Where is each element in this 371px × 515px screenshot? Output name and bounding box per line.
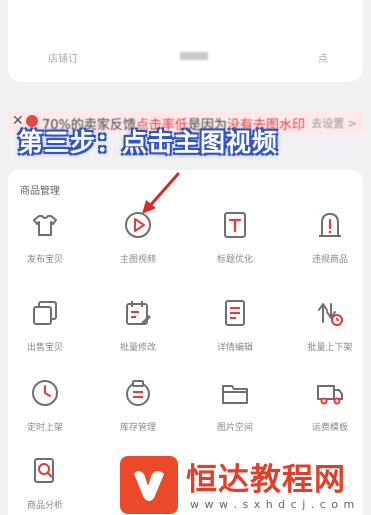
tool-batch-edit[interactable]: 批量修改 <box>98 298 178 353</box>
tool-label: 定时上架 <box>26 423 63 433</box>
banner-action-link[interactable]: 去设置 > <box>311 115 357 131</box>
tool-label: 商品分析 <box>26 501 63 511</box>
top-card: 店铺订 点 <box>8 0 363 82</box>
tool-label: 标题优化 <box>216 255 253 265</box>
tool-label: 违规商品 <box>311 255 348 265</box>
transfer-icon <box>318 303 343 326</box>
copy-icon <box>33 301 57 325</box>
truck-icon <box>317 385 343 405</box>
tool-label: 批量修改 <box>119 343 156 353</box>
section-title: 商品管理 <box>20 186 60 197</box>
tool-label: 批量上下架 <box>307 343 353 353</box>
calendar-edit-icon <box>126 301 151 325</box>
tool-label: 出售宝贝 <box>26 343 63 353</box>
tool-title-optimize[interactable]: 标题优化 <box>195 210 275 265</box>
tool-label: 图片空间 <box>216 423 253 433</box>
watermark-url: w w w . s x h d c j . c o m <box>190 498 356 511</box>
warning-icon <box>319 212 341 237</box>
play-circle-icon <box>125 212 151 238</box>
tool-label: 主图视频 <box>119 255 156 265</box>
top-shortcut-blurred[interactable] <box>180 52 208 60</box>
search-doc-icon <box>34 458 54 483</box>
watermark-title: 恒达教程网 <box>186 462 346 498</box>
tutorial-step-caption: 第三步：点击主图视频 <box>18 128 279 157</box>
inventory-icon <box>126 380 150 406</box>
tool-inventory[interactable]: 库存管理 <box>98 378 178 433</box>
tool-shipping-template[interactable]: 运费模板 <box>290 378 370 433</box>
tool-analysis[interactable]: 商品分析 <box>5 456 85 511</box>
tool-label: 库存管理 <box>119 423 156 433</box>
tool-image-space[interactable]: 图片空间 <box>195 378 275 433</box>
tool-label: 发布宝贝 <box>26 255 63 265</box>
tool-batch-shelf[interactable]: 批量上下架 <box>290 298 370 353</box>
tool-scheduled[interactable]: 定时上架 <box>5 378 85 433</box>
text-t-icon <box>224 212 246 238</box>
tool-publish[interactable]: 发布宝贝 <box>5 210 85 265</box>
tool-detail-edit[interactable]: 详情编辑 <box>195 298 275 353</box>
watermark-logo-icon <box>120 456 178 514</box>
folder-icon <box>222 385 248 404</box>
clock-icon <box>32 380 58 406</box>
top-shortcut-label-1[interactable]: 店铺订 <box>48 50 78 65</box>
tool-label: 详情编辑 <box>216 343 253 353</box>
tool-label: 运费模板 <box>311 423 348 433</box>
tool-main-video[interactable]: 主图视频 <box>98 210 178 265</box>
tshirt-icon <box>33 215 57 236</box>
top-shortcut-label-3[interactable]: 点 <box>318 50 328 65</box>
tool-violations[interactable]: 违规商品 <box>290 210 370 265</box>
document-icon <box>225 300 245 326</box>
site-watermark: 恒达教程网 w w w . s x h d c j . c o m <box>120 448 371 515</box>
tool-selling[interactable]: 出售宝贝 <box>5 298 85 353</box>
